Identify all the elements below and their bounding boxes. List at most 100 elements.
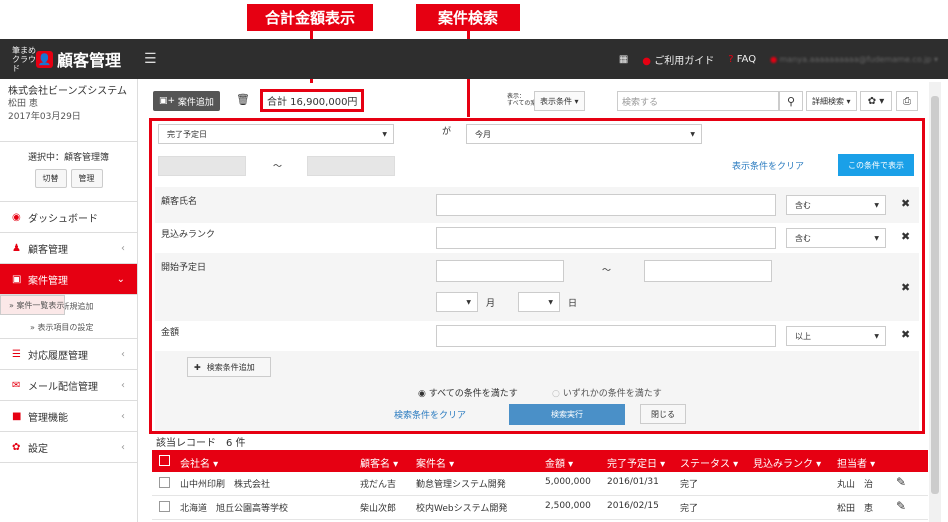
search-icon[interactable]: ⚲ bbox=[779, 91, 803, 111]
gear-icon[interactable]: ✿ ▾ bbox=[860, 91, 892, 111]
condition-row-amount: 金額 以上 ▼ ✖ bbox=[155, 321, 919, 351]
current-date: 2017年03月29日 bbox=[8, 112, 81, 122]
nav-projects[interactable]: ▣ 案件管理 ⌄ bbox=[0, 264, 137, 295]
callout-total: 合計金額表示 bbox=[247, 4, 373, 31]
switch-button[interactable]: 切替 bbox=[34, 169, 67, 188]
col-amount[interactable]: 金額 ▾ bbox=[545, 455, 573, 470]
sub-project-list[interactable]: » 案件一覧表示 bbox=[0, 295, 66, 315]
chevron-left-icon: ‹ bbox=[121, 410, 125, 422]
remove-icon[interactable]: ✖ bbox=[901, 197, 910, 210]
print-icon[interactable]: ⎙ bbox=[896, 91, 918, 111]
name-input[interactable] bbox=[436, 194, 776, 216]
col-customer[interactable]: 顧客名 ▾ bbox=[360, 455, 398, 470]
col-company[interactable]: 会社名 ▾ bbox=[180, 455, 218, 470]
col-due[interactable]: 完了予定日 ▾ bbox=[607, 455, 665, 470]
clear-display-link[interactable]: 表示条件をクリア bbox=[732, 159, 804, 172]
execute-search-button[interactable]: 検索実行 bbox=[509, 404, 625, 425]
cell-project: 勤怠管理システム開発 bbox=[416, 480, 506, 490]
chevron-down-icon: ▼ bbox=[466, 298, 471, 306]
sub-display-settings[interactable]: » 表示項目の設定 bbox=[0, 317, 137, 339]
condition-row-rank: 見込みランク 含む ▼ ✖ bbox=[155, 223, 919, 253]
amount-operator-select[interactable]: 以上 ▼ bbox=[786, 326, 886, 346]
cell-status: 完了 bbox=[680, 480, 699, 490]
col-status[interactable]: ステータス ▾ bbox=[680, 455, 738, 470]
total-amount: 合計 16,900,000円 bbox=[260, 89, 365, 112]
nav-label: ダッシュボード bbox=[28, 213, 98, 225]
row-checkbox[interactable] bbox=[159, 501, 170, 512]
col-owner[interactable]: 担当者 ▾ bbox=[837, 455, 875, 470]
row-label: 見込みランク bbox=[161, 230, 216, 240]
field-value: 完了予定日 bbox=[167, 129, 207, 139]
amount-input[interactable] bbox=[436, 325, 776, 347]
detail-search-button[interactable]: 詳細検索 ▾ bbox=[806, 91, 857, 111]
add-project-button[interactable]: ▣+ 案件追加 bbox=[153, 91, 220, 111]
value-select[interactable]: 今月 ▼ bbox=[466, 124, 702, 144]
user-icon: ● bbox=[770, 54, 778, 64]
chevron-left-icon: ‹ bbox=[121, 441, 125, 453]
row-checkbox[interactable] bbox=[159, 477, 170, 488]
guide-label: ご利用ガイド bbox=[654, 55, 715, 67]
select-all-checkbox[interactable] bbox=[159, 455, 170, 466]
display-condition-dropdown[interactable]: 表示条件 ▾ bbox=[534, 91, 585, 111]
scroll-thumb[interactable] bbox=[931, 96, 939, 494]
remove-icon[interactable]: ✖ bbox=[901, 328, 910, 341]
cell-due: 2016/01/31 bbox=[607, 477, 659, 487]
edit-icon[interactable]: ✎ bbox=[896, 499, 906, 513]
radio-all[interactable]: ◉ すべての条件を満たす bbox=[418, 386, 518, 399]
table-row[interactable]: 山中州印刷 株式会社 戎だん吉 勤怠管理システム開発 5,000,000 201… bbox=[152, 472, 928, 496]
nav-admin[interactable]: ■ 管理機能 ‹ bbox=[0, 401, 137, 432]
nav-mail[interactable]: ✉ メール配信管理 ‹ bbox=[0, 370, 137, 401]
user-name: 松田 恵 bbox=[8, 99, 38, 109]
range-end-input[interactable] bbox=[307, 156, 395, 176]
nav-settings[interactable]: ✿ 設定 ‹ bbox=[0, 432, 137, 463]
nav-dashboard[interactable]: ◉ ダッシュボード bbox=[0, 202, 137, 233]
start-date-to-input[interactable] bbox=[644, 260, 772, 282]
tilde-label: 〜 bbox=[602, 266, 612, 276]
radio-empty-icon: ○ bbox=[552, 389, 560, 399]
chevron-down-icon: ▼ bbox=[690, 130, 695, 138]
col-rank[interactable]: 見込みランク ▾ bbox=[753, 455, 821, 470]
name-operator-select[interactable]: 含む ▼ bbox=[786, 195, 886, 215]
chevron-down-icon: ▼ bbox=[548, 298, 553, 306]
rank-input[interactable] bbox=[436, 227, 776, 249]
rank-operator-select[interactable]: 含む ▼ bbox=[786, 228, 886, 248]
manage-button[interactable]: 管理 bbox=[70, 169, 103, 188]
selected-book: 選択中：顧客管理簿 切替 管理 bbox=[0, 142, 137, 202]
guide-link[interactable]: ● ご利用ガイド bbox=[642, 52, 714, 67]
scrollbar[interactable] bbox=[929, 82, 941, 522]
show-with-condition-button[interactable]: この条件で表示 bbox=[838, 154, 914, 176]
remove-icon[interactable]: ✖ bbox=[901, 281, 910, 294]
faq-link[interactable]: ? FAQ bbox=[728, 54, 756, 65]
col-project[interactable]: 案件名 ▾ bbox=[416, 455, 454, 470]
remove-icon[interactable]: ✖ bbox=[901, 230, 910, 243]
field-select[interactable]: 完了予定日 ▼ bbox=[158, 124, 394, 144]
nav-history[interactable]: ☰ 対応履歴管理 ‹ bbox=[0, 339, 137, 370]
trash-icon[interactable]: 🗑 bbox=[236, 93, 250, 106]
day-select[interactable]: ▼ bbox=[518, 292, 560, 312]
start-date-from-input[interactable] bbox=[436, 260, 564, 282]
dashboard-icon: ◉ bbox=[12, 211, 21, 223]
add-condition-button[interactable]: ✚ 検索条件追加 bbox=[187, 357, 271, 377]
cell-customer: 柴山次郎 bbox=[360, 504, 397, 514]
menu-toggle-icon[interactable]: ☰ bbox=[144, 51, 157, 67]
search-input[interactable]: 検索する bbox=[617, 91, 779, 111]
table-row[interactable]: 北海道 旭丘公園高等学校 柴山次郎 校内Webシステム開発 2,500,000 … bbox=[152, 496, 928, 520]
callout-search: 案件検索 bbox=[416, 4, 520, 31]
close-button[interactable]: 閉じる bbox=[640, 404, 686, 424]
cell-company: 北海道 旭丘公園高等学校 bbox=[180, 504, 289, 514]
app-title: 顧客管理 bbox=[57, 51, 122, 70]
clear-search-link[interactable]: 検索条件をクリア bbox=[394, 408, 466, 421]
range-start-input[interactable] bbox=[158, 156, 246, 176]
apps-grid-icon[interactable]: ▦ bbox=[619, 54, 628, 65]
user-menu[interactable]: ● manya.aaaaaaaaaa@fudemame.co.jp ▾ bbox=[770, 55, 938, 64]
condition-row-start-date: 開始予定日 〜 ▼ 月 ▼ 日 ✖ bbox=[155, 253, 919, 321]
cell-due: 2016/02/15 bbox=[607, 501, 659, 511]
month-select[interactable]: ▼ bbox=[436, 292, 478, 312]
chevron-left-icon: ‹ bbox=[121, 348, 125, 360]
nav-label: 設定 bbox=[28, 443, 48, 455]
app-logo[interactable]: 筆まめクラウド 👤 顧客管理 bbox=[0, 46, 140, 73]
edit-icon[interactable]: ✎ bbox=[896, 475, 906, 489]
nav-customers[interactable]: ♟ 顧客管理 ‹ bbox=[0, 233, 137, 264]
user-email: manya.aaaaaaaaaa@fudemame.co.jp bbox=[779, 54, 932, 64]
radio-any[interactable]: ○ いずれかの条件を満たす bbox=[552, 386, 662, 399]
